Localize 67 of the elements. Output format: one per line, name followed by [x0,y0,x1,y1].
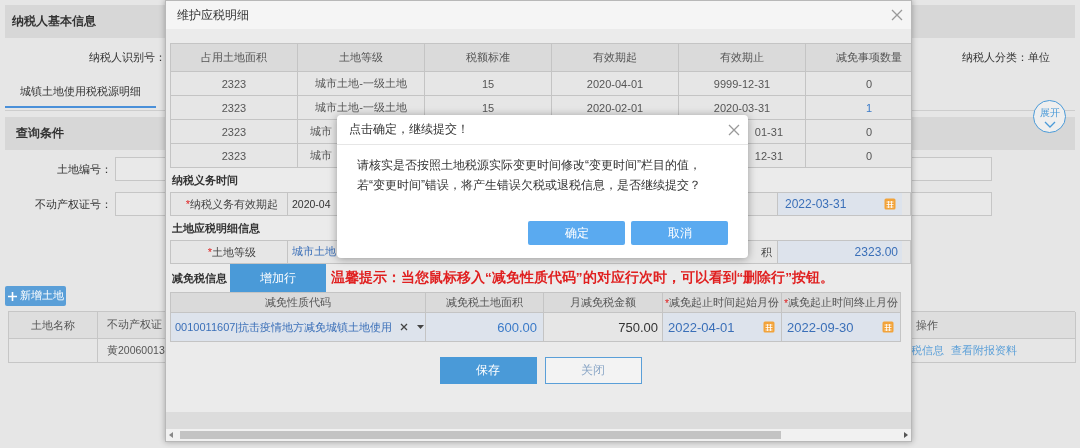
table-header-cell: 操作 [909,312,1076,339]
horizontal-scrollbar[interactable] [166,429,911,441]
table-header-cell: 有效期起 [552,44,679,72]
link[interactable]: 查看附报资料 [951,343,1017,358]
date-field[interactable]: 2022-09-30 [782,313,901,342]
table-header-cell: 减免性质代码 [171,293,426,313]
table-cell: 0 [806,120,911,144]
calendar-icon[interactable] [884,198,896,210]
table-cell: 2020-04-01 [552,72,679,96]
table-cell: 2323 [171,120,298,144]
field-value: 2020-04 [292,198,331,210]
table-header-cell: 土地名称 [9,312,98,339]
tip-text: 温馨提示：当您鼠标移入“减免性质代码”的对应行次时，可以看到“删除行”按钮。 [331,269,834,287]
table-header-cell: 减免税土地面积 [426,293,544,313]
table-cell: 9999-12-31 [679,72,806,96]
table-header-cell: 占用土地面积 [171,44,298,72]
table-header-cell: *减免起止时间终止月份 [782,293,901,313]
table-header-cell: 月减免税金额 [544,293,663,313]
input-field[interactable]: 600.00 [426,313,544,342]
dialog-button[interactable]: 取消 [631,221,728,245]
section-title: 查询条件 [16,125,64,142]
field-label: 积 [761,244,773,260]
link[interactable]: 1 [865,101,873,114]
section-title: 纳税义务时间 [172,172,238,188]
field-label: *土地等级 [171,241,288,263]
add-row-button[interactable]: 增加行 [230,264,326,292]
date-field[interactable]: 2022-03-31 [777,193,902,215]
dialog-title: 维护应税明细 [177,6,249,24]
dialog-button[interactable]: 保存 [439,357,537,384]
table-cell: 2323 [171,96,298,120]
link[interactable]: 税信息 [911,343,944,358]
table-cell: 15 [425,72,552,96]
date-field[interactable]: 2022-04-01 [663,313,782,342]
table-cell: 2323 [171,144,298,168]
table-header-cell: 土地等级 [298,44,425,72]
field-label: 纳税人识别号： [89,49,166,65]
input-field[interactable]: 2323.00 [777,241,902,263]
table-cell: 0 [806,72,911,96]
field-label: 土地编号： [56,161,112,177]
table-cell: 0 [806,144,911,168]
section-title: 纳税人基本信息 [12,13,96,30]
calendar-icon[interactable] [882,321,894,333]
table-header-cell: 减免事项数量 [806,44,911,72]
tab[interactable]: 城镇土地使用税税源明细 [5,76,156,108]
field-label: 不动产权证号： [34,196,112,212]
field-value: 城市土地 [292,245,336,259]
chevron-down-icon [1043,120,1056,128]
plus-icon [7,291,17,301]
table-header-cell: *减免起止时间起始月份 [663,293,782,313]
section-title: 土地应税明细信息 [172,220,260,236]
table-header-cell: 税额标准 [425,44,552,72]
table-cell: 城市土地-一级土地 [298,72,425,96]
calendar-icon[interactable] [763,321,775,333]
clear-icon[interactable] [400,323,409,331]
dialog-button[interactable]: 关闭 [544,357,642,384]
taxpayer-type-text: 纳税人分类：单位 [962,49,1050,65]
dialog-button[interactable]: 确定 [528,221,625,245]
table-cell: 2323 [171,72,298,96]
add-land-button[interactable]: 新增土地 [5,286,66,306]
section-title: 减免税信息 [171,270,228,286]
select-field[interactable]: 0010011607|抗击疫情地方减免城镇土地使用 [171,313,426,342]
close-icon[interactable] [728,123,740,136]
table-header-cell: 有效期止 [679,44,806,72]
close-icon[interactable] [891,9,903,21]
table-cell: 750.00 [544,313,663,342]
caret-down-icon[interactable] [417,325,425,329]
field-label: *纳税义务有效期起 [171,193,288,215]
